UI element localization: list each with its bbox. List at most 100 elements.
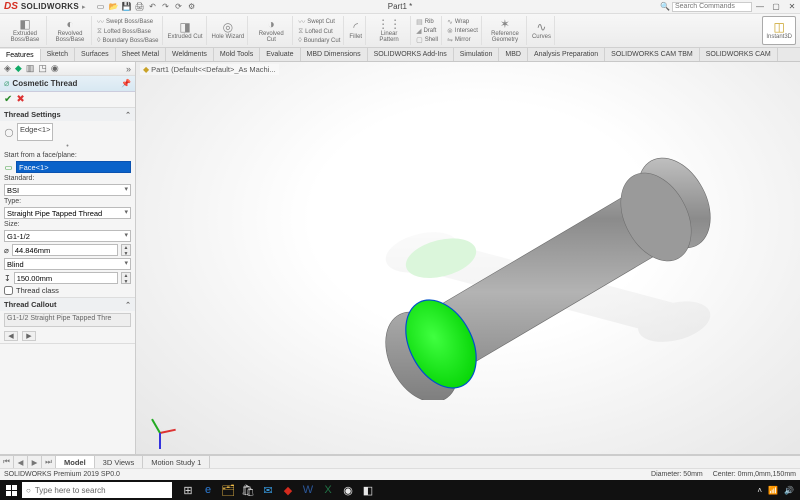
thread-class-checkbox[interactable]: Thread class <box>4 286 131 295</box>
diameter-icon: ⌀ <box>4 246 9 255</box>
command-ribbon: ◧Extruded Boss/Base ◐Revolved Boss/Base … <box>0 14 800 48</box>
thread-class-checkbox-input[interactable] <box>4 286 13 295</box>
collapse-caret-icon: ⌃ <box>125 111 131 119</box>
tree-tab-feature-icon[interactable]: ◈ <box>4 63 11 74</box>
tab-cam[interactable]: SOLIDWORKS CAM <box>700 48 778 61</box>
undo-icon[interactable]: ↶ <box>148 2 158 12</box>
tree-tab-dimxpert-icon[interactable]: ◳ <box>38 63 47 74</box>
status-center: Center: 0mm,0mm,150mm <box>713 471 796 478</box>
tree-tab-more-icon[interactable]: » <box>126 64 131 74</box>
rebuild-icon[interactable]: ⟳ <box>174 2 184 12</box>
type-select[interactable]: Straight Pipe Tapped Thread <box>4 207 131 219</box>
face-selection-value[interactable]: Face<1> <box>16 161 131 173</box>
redo-icon[interactable]: ↷ <box>161 2 171 12</box>
task-explorer-icon[interactable]: 🗂 <box>218 480 238 500</box>
brand-menu-caret-icon[interactable]: ▸ <box>82 3 86 11</box>
options-icon[interactable]: ⚙ <box>187 2 197 12</box>
tab-3d-views[interactable]: 3D Views <box>95 456 144 468</box>
save-icon[interactable]: 💾 <box>122 2 132 12</box>
cmd-revolved-cut[interactable]: ◑Revolved Cut <box>250 16 293 45</box>
size-select[interactable]: G1-1/2 <box>4 230 131 242</box>
diameter-input[interactable] <box>12 244 118 256</box>
tab-model[interactable]: Model <box>56 456 95 468</box>
tree-tab-property-icon[interactable]: ◆ <box>15 63 22 74</box>
cmd-fillet[interactable]: ◜Fillet <box>346 16 366 45</box>
tree-tab-config-icon[interactable]: ▥ <box>26 63 35 74</box>
cmd-revolved-boss[interactable]: ◐Revolved Boss/Base <box>49 16 92 45</box>
task-other-icon[interactable]: ◧ <box>358 480 378 500</box>
tray-network-icon[interactable]: 📶 <box>768 486 778 495</box>
tray-volume-icon[interactable]: 🔊 <box>784 486 794 495</box>
print-icon[interactable]: 🖨 <box>135 2 145 12</box>
start-from-label: Start from a face/plane: <box>4 152 131 159</box>
depth-input[interactable] <box>14 272 118 284</box>
tab-sketch[interactable]: Sketch <box>41 48 75 61</box>
pm-section-thread-callout[interactable]: Thread Callout ⌃ <box>0 298 135 311</box>
tab-add-ins[interactable]: SOLIDWORKS Add-Ins <box>368 48 454 61</box>
cmd-extruded-boss[interactable]: ◧Extruded Boss/Base <box>4 16 47 45</box>
pm-ok-icon[interactable]: ✔ <box>4 94 12 105</box>
cmd-curves[interactable]: ∿Curves <box>529 16 555 45</box>
property-manager: ◈ ◆ ▥ ◳ ◉ » ⌀ Cosmetic Thread 📌 ✔ ✖ Thre… <box>0 62 136 454</box>
taskbar-search-icon: ○ <box>26 486 31 495</box>
task-view-icon[interactable]: ⊞ <box>178 480 198 500</box>
depth-spinner[interactable]: ▲▼ <box>121 272 131 284</box>
tab-features[interactable]: Features <box>0 49 41 62</box>
tray-up-icon[interactable]: ˄ <box>757 486 762 495</box>
tab-cam-tbm[interactable]: SOLIDWORKS CAM TBM <box>605 48 700 61</box>
tab-evaluate[interactable]: Evaluate <box>260 48 300 61</box>
tree-tab-display-icon[interactable]: ◉ <box>51 63 59 74</box>
callout-left-icon[interactable]: ◀ <box>4 331 18 341</box>
task-excel-icon[interactable]: X <box>318 480 338 500</box>
tab-analysis-preparation[interactable]: Analysis Preparation <box>528 48 605 61</box>
diameter-spinner[interactable]: ▲▼ <box>121 244 131 256</box>
cmd-linear-pattern[interactable]: ⋮⋮Linear Pattern <box>368 16 411 45</box>
pm-pin-icon[interactable]: 📌 <box>121 79 131 88</box>
cmd-extruded-cut[interactable]: ◨Extruded Cut <box>165 16 207 45</box>
tab-simulation[interactable]: Simulation <box>454 48 500 61</box>
standard-select[interactable]: BSI <box>4 184 131 196</box>
tab-nav-next-icon[interactable]: ▶ <box>28 456 42 468</box>
start-button[interactable] <box>0 480 22 500</box>
window-maximize-icon[interactable]: ▢ <box>768 0 784 14</box>
edge-selection-list[interactable]: Edge<1> <box>17 123 53 141</box>
face-select-icon: ▭ <box>4 163 13 172</box>
tab-mbd-dimensions[interactable]: MBD Dimensions <box>301 48 368 61</box>
cmd-swept-lofted-boundary-cut[interactable]: 〰Swept Cut ⧖Lofted Cut ◊Boundary Cut <box>295 16 344 45</box>
task-store-icon[interactable]: 🛍 <box>238 480 258 500</box>
tab-surfaces[interactable]: Surfaces <box>75 48 116 61</box>
task-mail-icon[interactable]: ✉ <box>258 480 278 500</box>
cmd-instant3d[interactable]: ◫Instant3D <box>762 16 796 45</box>
cmd-hole-wizard[interactable]: ◎Hole Wizard <box>209 16 249 45</box>
tab-nav-prev-icon[interactable]: ◀ <box>14 456 28 468</box>
window-close-icon[interactable]: ✕ <box>784 0 800 14</box>
tab-mbd[interactable]: MBD <box>499 48 528 61</box>
cmd-wrap-intersect-mirror[interactable]: ∿Wrap ⊗Intersect ⇋Mirror <box>444 16 482 45</box>
cmd-reference-geometry[interactable]: ✶Reference Geometry <box>484 16 527 45</box>
tab-nav-last-icon[interactable]: ⏭ <box>42 456 56 468</box>
tab-weldments[interactable]: Weldments <box>166 48 214 61</box>
tab-sheet-metal[interactable]: Sheet Metal <box>116 48 166 61</box>
end-condition-select[interactable]: Blind <box>4 258 131 270</box>
graphics-viewport[interactable]: ◆ Part1 (Default<<Default>_As Machi... <box>136 62 800 454</box>
pm-section-thread-settings[interactable]: Thread Settings ⌃ <box>0 108 135 121</box>
pm-cancel-icon[interactable]: ✖ <box>16 94 24 105</box>
taskbar-search[interactable]: ○ Type here to search <box>22 482 172 498</box>
cmd-rib-draft-shell[interactable]: ▤Rib ◢Draft ▢Shell <box>413 16 442 45</box>
cmd-swept-lofted-boundary-boss[interactable]: 〰Swept Boss/Base ⧖Lofted Boss/Base ◊Boun… <box>94 16 163 45</box>
window-minimize-icon[interactable]: — <box>752 0 768 14</box>
task-edge-icon[interactable]: e <box>198 480 218 500</box>
callout-right-icon[interactable]: ▶ <box>22 331 36 341</box>
model-cylinder <box>218 100 718 400</box>
new-doc-icon[interactable]: ▭ <box>96 2 106 12</box>
task-solidworks-icon[interactable]: ◆ <box>278 480 298 500</box>
type-label: Type: <box>4 198 131 205</box>
search-commands-input[interactable] <box>672 2 752 12</box>
tab-mold-tools[interactable]: Mold Tools <box>214 48 260 61</box>
tab-nav-first-icon[interactable]: ⏮ <box>0 456 14 468</box>
open-icon[interactable]: 📂 <box>109 2 119 12</box>
task-chrome-icon[interactable]: ◉ <box>338 480 358 500</box>
flyout-feature-tree[interactable]: ◆ Part1 (Default<<Default>_As Machi... <box>140 64 279 75</box>
task-word-icon[interactable]: W <box>298 480 318 500</box>
tab-motion-study[interactable]: Motion Study 1 <box>143 456 210 468</box>
